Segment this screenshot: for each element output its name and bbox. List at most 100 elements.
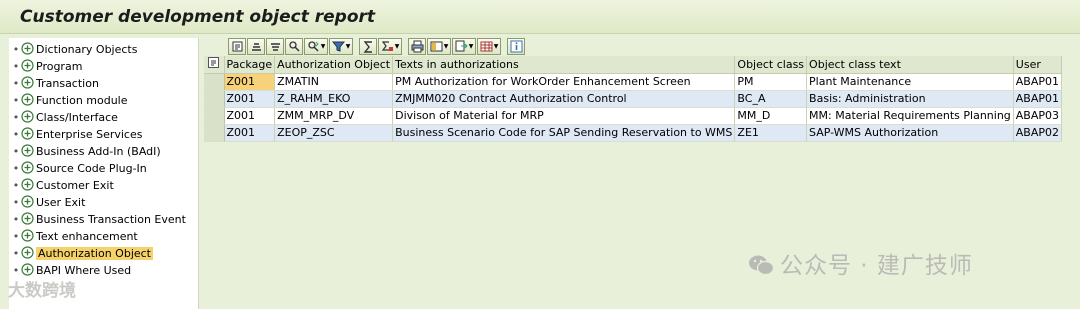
bullet-icon: • bbox=[12, 247, 20, 260]
sort-ascending-button[interactable] bbox=[247, 37, 265, 55]
subtotal-button[interactable]: ▼ bbox=[378, 37, 402, 55]
chevron-down-icon: ▼ bbox=[394, 42, 400, 50]
bullet-icon: • bbox=[12, 111, 20, 124]
cell-object-class[interactable]: ZE1 bbox=[734, 124, 808, 142]
bullet-icon: • bbox=[12, 43, 20, 56]
tree-item[interactable]: • Business Transaction Event bbox=[9, 211, 198, 228]
tree-item[interactable]: • Dictionary Objects bbox=[9, 41, 198, 58]
tree-item[interactable]: • Business Add-In (BAdI) bbox=[9, 143, 198, 160]
print-button[interactable] bbox=[408, 37, 426, 55]
cell-object-class[interactable]: MM_D bbox=[734, 107, 808, 125]
export-button[interactable]: ▼ bbox=[452, 37, 476, 55]
subtotal-icon bbox=[381, 40, 393, 51]
results-table: Package Authorization Object Texts in au… bbox=[204, 56, 1063, 142]
cell-user[interactable]: ABAP01 bbox=[1013, 90, 1063, 108]
cell-user[interactable]: ABAP02 bbox=[1013, 124, 1063, 142]
tree-item[interactable]: • Class/Interface bbox=[9, 109, 198, 126]
cell-user[interactable]: ABAP03 bbox=[1013, 107, 1063, 125]
tree-item[interactable]: • Program bbox=[9, 58, 198, 75]
column-header-texts[interactable]: Texts in authorizations bbox=[392, 56, 736, 74]
info-button[interactable] bbox=[507, 37, 525, 55]
object-node-icon bbox=[21, 127, 34, 140]
cell-text[interactable]: Business Scenario Code for SAP Sending R… bbox=[392, 124, 736, 142]
cell-object-class-text[interactable]: Plant Maintenance bbox=[806, 73, 1014, 91]
tree-item[interactable]: • User Exit bbox=[9, 194, 198, 211]
page-title: Customer development object report bbox=[20, 7, 376, 27]
table-row[interactable]: Z001 Z_RAHM_EKO ZMJMM020 Contract Author… bbox=[204, 90, 1063, 108]
tree-item[interactable]: • Source Code Plug-In bbox=[9, 160, 198, 177]
cell-object-class[interactable]: BC_A bbox=[734, 90, 808, 108]
row-selector[interactable] bbox=[204, 124, 225, 142]
tree-item-label: Text enhancement bbox=[36, 230, 138, 243]
cell-object-class-text[interactable]: Basis: Administration bbox=[806, 90, 1014, 108]
column-header-user[interactable]: User bbox=[1013, 56, 1063, 74]
object-node-icon bbox=[21, 110, 34, 123]
column-header-object-class[interactable]: Object class bbox=[734, 56, 808, 74]
bullet-icon: • bbox=[12, 196, 20, 209]
object-node-icon bbox=[21, 178, 34, 191]
chevron-down-icon: ▼ bbox=[345, 42, 351, 50]
tree-item[interactable]: • Customer Exit bbox=[9, 177, 198, 194]
cell-package[interactable]: Z001 bbox=[224, 90, 276, 108]
object-node-icon bbox=[21, 212, 34, 225]
table-row[interactable]: Z001 ZEOP_ZSC Business Scenario Code for… bbox=[204, 124, 1063, 142]
cell-object-class[interactable]: PM bbox=[734, 73, 808, 91]
object-type-tree[interactable]: • Dictionary Objects • Program • Transaction •… bbox=[9, 38, 199, 309]
tree-item-label: Class/Interface bbox=[36, 111, 118, 124]
cell-authorization-object[interactable]: Z_RAHM_EKO bbox=[274, 90, 394, 108]
cell-package[interactable]: Z001 bbox=[224, 124, 276, 142]
column-header-authorization-object[interactable]: Authorization Object bbox=[274, 56, 394, 74]
tree-item-label: Business Transaction Event bbox=[36, 213, 186, 226]
column-header-object-class-text[interactable]: Object class text bbox=[806, 56, 1014, 74]
object-node-icon bbox=[21, 263, 34, 276]
bullet-icon: • bbox=[12, 128, 20, 141]
cell-authorization-object[interactable]: ZEOP_ZSC bbox=[274, 124, 394, 142]
title-bar: Customer development object report bbox=[0, 0, 1080, 34]
tree-item[interactable]: • Function module bbox=[9, 92, 198, 109]
table-row[interactable]: Z001 ZMM_MRP_DV Divison of Material for … bbox=[204, 107, 1063, 125]
cell-object-class-text[interactable]: SAP-WMS Authorization bbox=[806, 124, 1014, 142]
column-header-package[interactable]: Package bbox=[224, 56, 276, 74]
tree-item-label: Function module bbox=[36, 94, 128, 107]
watermark-text: 公众号 · 建广技师 bbox=[780, 253, 973, 279]
row-selector[interactable] bbox=[204, 107, 225, 125]
cell-package[interactable]: Z001 bbox=[224, 73, 276, 91]
layout-button[interactable]: ▼ bbox=[477, 37, 501, 55]
tree-item[interactable]: • Transaction bbox=[9, 75, 198, 92]
tree-item[interactable]: • Authorization Object bbox=[9, 245, 198, 262]
views-button[interactable]: ▼ bbox=[427, 37, 451, 55]
tree-item-label: Dictionary Objects bbox=[36, 43, 138, 56]
cell-package[interactable]: Z001 bbox=[224, 107, 276, 125]
object-node-icon bbox=[21, 93, 34, 106]
cell-text[interactable]: PM Authorization for WorkOrder Enhanceme… bbox=[392, 73, 736, 91]
bullet-icon: • bbox=[12, 94, 20, 107]
sum-icon bbox=[363, 40, 372, 53]
details-button[interactable] bbox=[228, 37, 246, 55]
object-node-icon bbox=[21, 229, 34, 242]
layout-icon bbox=[480, 41, 493, 51]
select-all-icon[interactable] bbox=[204, 56, 225, 74]
sum-button[interactable] bbox=[359, 37, 377, 55]
find-button[interactable] bbox=[285, 37, 303, 55]
row-selector[interactable] bbox=[204, 90, 225, 108]
cell-object-class-text[interactable]: MM: Material Requirements Planning bbox=[806, 107, 1014, 125]
bullet-icon: • bbox=[12, 230, 20, 243]
cell-text[interactable]: ZMJMM020 Contract Authorization Control bbox=[392, 90, 736, 108]
cell-text[interactable]: Divison of Material for MRP bbox=[392, 107, 736, 125]
object-node-icon bbox=[21, 76, 34, 89]
find-next-button[interactable]: ▼ bbox=[304, 37, 328, 55]
sort-descending-button[interactable] bbox=[266, 37, 284, 55]
object-node-icon bbox=[21, 42, 34, 55]
row-selector[interactable] bbox=[204, 73, 225, 91]
cell-authorization-object[interactable]: ZMATIN bbox=[274, 73, 394, 91]
table-row[interactable]: Z001 ZMATIN PM Authorization for WorkOrd… bbox=[204, 73, 1063, 91]
bullet-icon: • bbox=[12, 145, 20, 158]
cell-user[interactable]: ABAP01 bbox=[1013, 73, 1063, 91]
cell-authorization-object[interactable]: ZMM_MRP_DV bbox=[274, 107, 394, 125]
tree-item[interactable]: • Enterprise Services bbox=[9, 126, 198, 143]
filter-button[interactable]: ▼ bbox=[329, 37, 353, 55]
tree-item[interactable]: • Text enhancement bbox=[9, 228, 198, 245]
tree-item-label: User Exit bbox=[36, 196, 86, 209]
bullet-icon: • bbox=[12, 60, 20, 73]
bullet-icon: • bbox=[12, 179, 20, 192]
